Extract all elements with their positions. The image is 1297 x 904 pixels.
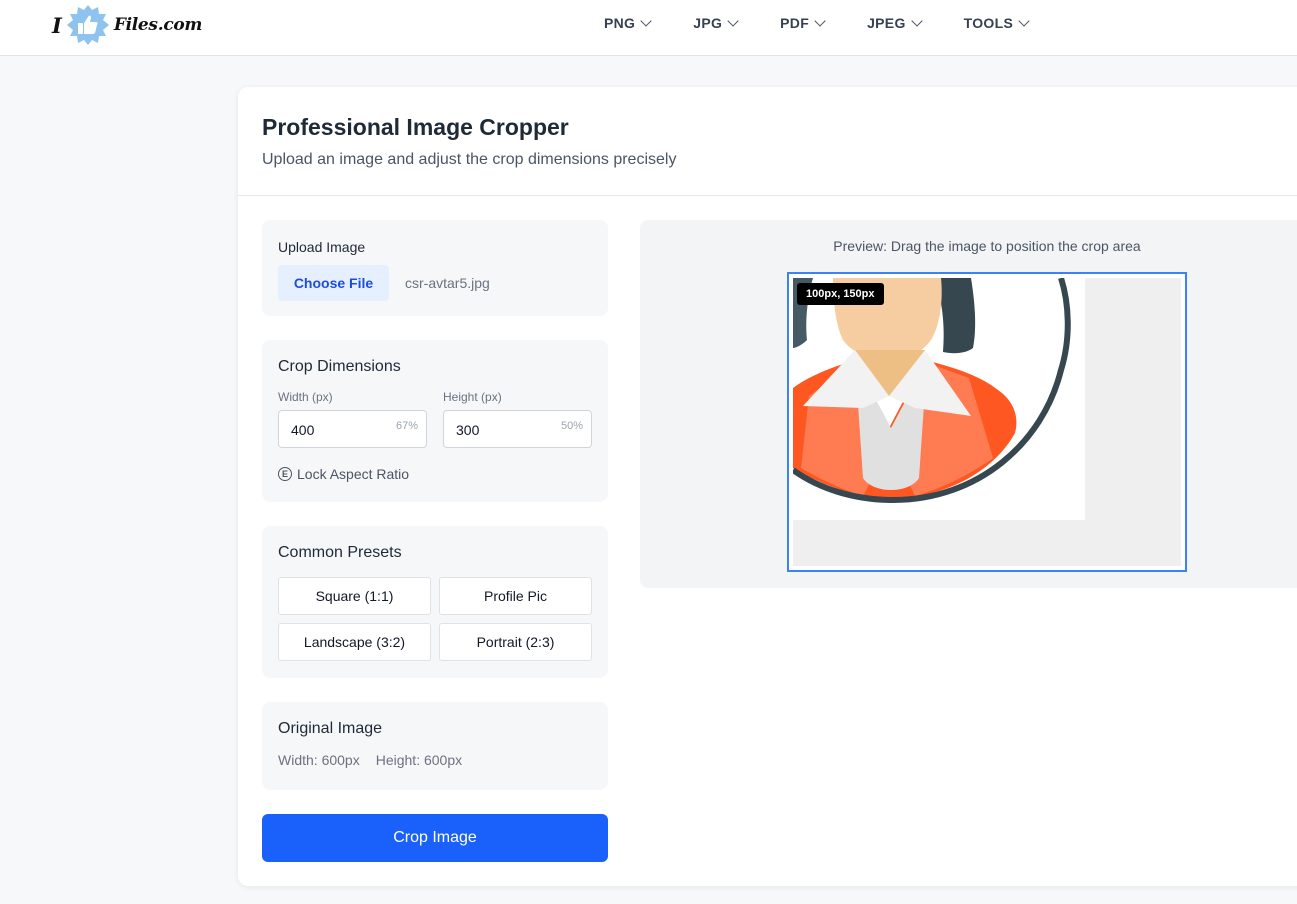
height-value: 300 [456,422,480,438]
crop-dimensions-title: Crop Dimensions [278,358,401,375]
lock-icon: E [278,467,292,481]
main-nav: PNG JPG PDF JPEG TOOLS [604,0,1030,46]
file-input: Choose File csr-avtar5.jpg [278,265,608,301]
width-label: Width (px) [278,390,333,404]
nav-jpeg-label: JPEG [867,15,906,31]
lock-aspect-ratio-label: Lock Aspect Ratio [297,466,410,482]
chevron-down-icon [727,15,739,27]
height-input[interactable]: 300 50% [443,410,592,448]
nav-jpeg[interactable]: JPEG [867,15,923,31]
nav-jpg[interactable]: JPG [693,15,739,31]
chevron-down-icon [910,15,923,27]
choose-file-button[interactable]: Choose File [278,265,389,301]
original-image-panel: Original Image Width: 600px Height: 600px [262,702,608,790]
width-value: 400 [291,422,315,438]
nav-tools-label: TOOLS [963,15,1014,31]
site-logo[interactable]: I Files.com [52,4,202,46]
original-image-title: Original Image [278,720,383,737]
chevron-down-icon [1018,15,1030,27]
height-percent: 50% [560,420,583,432]
lock-aspect-ratio-toggle[interactable]: E Lock Aspect Ratio [278,466,592,482]
presets-title: Common Presets [278,544,402,561]
upload-label: Upload Image [278,239,366,255]
height-field-group: Height (px) 300 50% [443,390,592,448]
page-subtitle: Upload an image and adjust the crop dime… [262,151,677,168]
nav-png-label: PNG [604,15,636,31]
width-percent: 67% [395,420,418,432]
nav-pdf[interactable]: PDF [780,15,826,31]
preset-grid: Square (1:1) Profile Pic Landscape (3:2)… [278,577,592,661]
width-field-group: Width (px) 400 67% [278,390,427,448]
width-input[interactable]: 400 67% [278,410,427,448]
logo-text: Files.com [113,15,203,35]
preset-square-button[interactable]: Square (1:1) [278,577,431,615]
site-header: I Files.com PNG JPG PDF JPEG TOOLS [0,0,1297,56]
crop-box[interactable]: 100px, 150px [787,272,1187,572]
original-dimensions: Width: 600px Height: 600px [278,752,592,768]
nav-jpg-label: JPG [693,15,723,31]
original-width: Width: 600px [278,752,360,768]
upload-panel: Upload Image Choose File csr-avtar5.jpg [262,220,608,316]
page-title: Professional Image Cropper [262,114,569,140]
file-name: csr-avtar5.jpg [405,275,490,291]
crop-image-button[interactable]: Crop Image [262,814,608,862]
crop-dimensions-panel: Crop Dimensions Width (px) 400 67% Heigh… [262,340,608,502]
cropper-card: Professional Image Cropper Upload an ima… [238,87,1297,886]
nav-pdf-label: PDF [780,15,810,31]
preview-area: Preview: Drag the image to position the … [640,220,1297,588]
preview-instruction: Preview: Drag the image to position the … [833,238,1141,254]
position-badge: 100px, 150px [797,283,884,305]
preset-profile-pic-button[interactable]: Profile Pic [439,577,592,615]
original-height: Height: 600px [375,752,463,768]
dimension-fields: Width (px) 400 67% Height (px) 300 50% [278,390,592,448]
preset-landscape-button[interactable]: Landscape (3:2) [278,623,431,661]
preset-portrait-button[interactable]: Portrait (2:3) [439,623,592,661]
card-header: Professional Image Cropper Upload an ima… [238,87,1297,196]
preview-image[interactable] [793,278,1085,520]
crop-canvas [793,278,1181,566]
thumbs-up-icon [66,4,110,46]
presets-panel: Common Presets Square (1:1) Profile Pic … [262,526,608,678]
chevron-down-icon [814,15,826,27]
avatar-illustration [793,278,1085,520]
nav-png[interactable]: PNG [604,15,652,31]
height-label: Height (px) [443,390,502,404]
nav-tools[interactable]: TOOLS [963,15,1030,31]
chevron-down-icon [640,15,652,27]
logo-prefix: I [52,12,62,38]
